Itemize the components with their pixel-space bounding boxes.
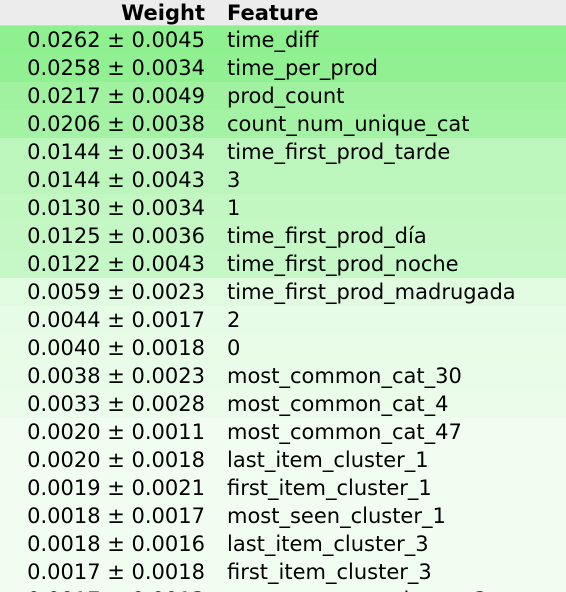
weight-cell: 0.0017 ± 0.0013	[0, 586, 220, 592]
table-row: 0.0038 ± 0.0023 most_common_cat_30	[0, 362, 566, 390]
feature-cell: last_item_cluster_3	[227, 532, 429, 556]
weight-cell: 0.0019 ± 0.0021	[27, 476, 205, 500]
feature-cell: most_common_cluster_3	[220, 586, 487, 592]
feature-cell: prod_count	[227, 84, 345, 108]
feature-cell: most_common_cat_30	[227, 364, 462, 388]
feature-cell: count_num_unique_cat	[227, 112, 470, 136]
weight-cell: 0.0020 ± 0.0018	[27, 448, 205, 472]
feature-cell: time_first_prod_noche	[227, 252, 459, 276]
weight-cell: 0.0040 ± 0.0018	[27, 336, 205, 360]
table-row: 0.0017 ± 0.0013most_common_cluster_3	[0, 586, 566, 592]
table-row: 0.0017 ± 0.0018 first_item_cluster_3	[0, 558, 566, 586]
weight-cell: 0.0033 ± 0.0028	[27, 392, 205, 416]
table-row: 0.0020 ± 0.0011 most_common_cat_47	[0, 418, 566, 446]
table-row: 0.0258 ± 0.0034 time_per_prod	[0, 54, 566, 82]
weight-cell: 0.0020 ± 0.0011	[27, 420, 205, 444]
table-row: 0.0144 ± 0.0043 3	[0, 166, 566, 194]
table-row: 0.0044 ± 0.0017 2	[0, 306, 566, 334]
table-row: 0.0019 ± 0.0021 first_item_cluster_1	[0, 474, 566, 502]
feature-cell: time_first_prod_madrugada	[227, 280, 516, 304]
weight-cell: 0.0038 ± 0.0023	[27, 364, 205, 388]
feature-cell: time_diff	[227, 28, 319, 52]
feature-cell: most_common_cat_4	[227, 392, 449, 416]
table-body: 0.0262 ± 0.0045 time_diff 0.0258 ± 0.0034 t…	[0, 26, 566, 592]
feature-cell: time_per_prod	[227, 56, 379, 80]
weight-column-header: Weight	[121, 1, 205, 25]
feature-cell: most_common_cat_47	[227, 420, 462, 444]
weight-cell: 0.0217 ± 0.0049	[27, 84, 205, 108]
table-row: 0.0206 ± 0.0038 count_num_unique_cat	[0, 110, 566, 138]
weight-cell: 0.0044 ± 0.0017	[27, 308, 205, 332]
feature-cell: last_item_cluster_1	[227, 448, 429, 472]
feature-cell: 2	[227, 308, 241, 332]
table-row: 0.0040 ± 0.0018 0	[0, 334, 566, 362]
table-row: 0.0217 ± 0.0049 prod_count	[0, 82, 566, 110]
feature-cell: 1	[227, 196, 241, 220]
feature-cell: first_item_cluster_3	[227, 560, 432, 584]
weight-cell: 0.0258 ± 0.0034	[27, 56, 205, 80]
feature-cell: most_seen_cluster_1	[227, 504, 446, 528]
weight-cell: 0.0018 ± 0.0017	[27, 504, 205, 528]
table-row: 0.0262 ± 0.0045 time_diff	[0, 26, 566, 54]
table-row: 0.0144 ± 0.0034 time_first_prod_tarde	[0, 138, 566, 166]
table-row: 0.0018 ± 0.0017 most_seen_cluster_1	[0, 502, 566, 530]
feature-cell: 3	[227, 168, 241, 192]
table-row: 0.0018 ± 0.0016 last_item_cluster_3	[0, 530, 566, 558]
feature-cell: time_first_prod_día	[227, 224, 427, 248]
feature-cell: time_first_prod_tarde	[227, 140, 451, 164]
table-header: Weight Feature	[0, 0, 566, 26]
weight-cell: 0.0206 ± 0.0038	[27, 112, 205, 136]
feature-column-header: Feature	[227, 1, 319, 25]
weight-cell: 0.0144 ± 0.0043	[27, 168, 205, 192]
weight-cell: 0.0018 ± 0.0016	[27, 532, 205, 556]
table-row: 0.0020 ± 0.0018 last_item_cluster_1	[0, 446, 566, 474]
table-row: 0.0122 ± 0.0043 time_first_prod_noche	[0, 250, 566, 278]
weight-cell: 0.0017 ± 0.0018	[27, 560, 205, 584]
weight-cell: 0.0059 ± 0.0023	[27, 280, 205, 304]
weight-cell: 0.0130 ± 0.0034	[27, 196, 205, 220]
table-row: 0.0125 ± 0.0036 time_first_prod_día	[0, 222, 566, 250]
feature-cell: first_item_cluster_1	[227, 476, 432, 500]
feature-weights-table: Weight Feature 0.0262 ± 0.0045 time_diff 0…	[0, 0, 566, 592]
weight-cell: 0.0122 ± 0.0043	[27, 252, 205, 276]
weight-cell: 0.0144 ± 0.0034	[27, 140, 205, 164]
weight-cell: 0.0125 ± 0.0036	[27, 224, 205, 248]
table-row: 0.0130 ± 0.0034 1	[0, 194, 566, 222]
feature-cell: 0	[227, 336, 241, 360]
weight-cell: 0.0262 ± 0.0045	[27, 28, 205, 52]
table-row: 0.0059 ± 0.0023 time_first_prod_madrugada	[0, 278, 566, 306]
table-row: 0.0033 ± 0.0028 most_common_cat_4	[0, 390, 566, 418]
